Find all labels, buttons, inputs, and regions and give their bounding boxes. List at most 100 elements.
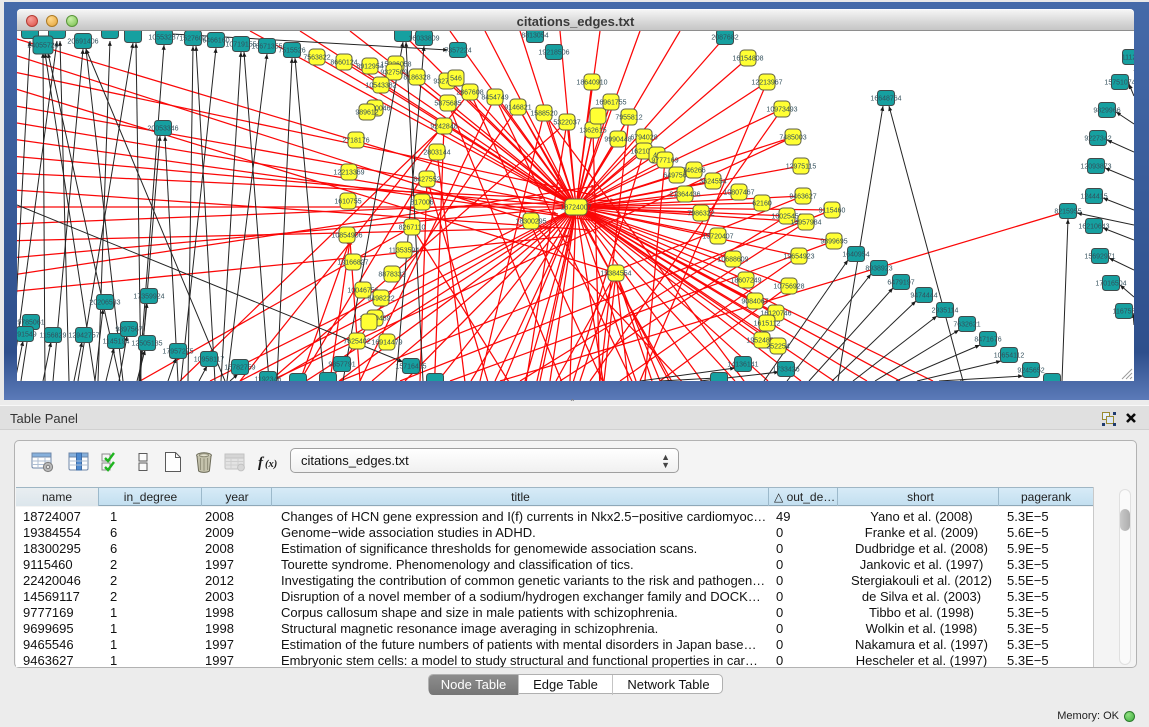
svg-text:1588520: 1588520 bbox=[530, 111, 557, 118]
svg-text:7563822: 7563822 bbox=[303, 55, 330, 62]
svg-text:15716485: 15716485 bbox=[395, 364, 426, 371]
svg-text:8215955: 8215955 bbox=[1054, 209, 1081, 216]
svg-text:19384554: 19384554 bbox=[600, 271, 631, 278]
svg-text:18607249: 18607249 bbox=[730, 278, 761, 285]
svg-text:12213967: 12213967 bbox=[751, 80, 782, 87]
svg-text:10688609: 10688609 bbox=[717, 257, 748, 264]
svg-text:12942757: 12942757 bbox=[68, 333, 99, 340]
svg-text:7485003: 7485003 bbox=[779, 135, 806, 142]
svg-text:16033809: 16033809 bbox=[408, 36, 439, 43]
svg-text:6794028: 6794028 bbox=[630, 135, 657, 142]
svg-text:7955812: 7955812 bbox=[615, 115, 642, 122]
svg-text:9990448: 9990448 bbox=[604, 137, 631, 144]
svg-text:12093873: 12093873 bbox=[1080, 164, 1111, 171]
svg-text:21364436: 21364436 bbox=[669, 192, 700, 199]
svg-text:17359924: 17359924 bbox=[133, 294, 164, 301]
svg-text:7625402: 7625402 bbox=[343, 339, 370, 346]
svg-text:16154808: 16154808 bbox=[732, 56, 763, 63]
svg-text:8878332: 8878332 bbox=[378, 272, 405, 279]
svg-text:252254: 252254 bbox=[766, 344, 789, 351]
svg-text:989612: 989612 bbox=[355, 110, 378, 117]
svg-text:1244415: 1244415 bbox=[1080, 194, 1107, 201]
svg-text:16914479: 16914479 bbox=[371, 340, 402, 347]
svg-text:14957984: 14957984 bbox=[790, 220, 821, 227]
svg-text:8454749: 8454749 bbox=[481, 95, 508, 102]
svg-text:14136141: 14136141 bbox=[727, 362, 758, 369]
svg-text:f: f bbox=[258, 455, 265, 471]
svg-text:1156829: 1156829 bbox=[40, 333, 67, 340]
svg-text:12975115: 12975115 bbox=[786, 164, 817, 171]
svg-text:1615112: 1615112 bbox=[754, 321, 781, 328]
svg-text:10543382: 10543382 bbox=[365, 83, 396, 90]
svg-text:15692971: 15692971 bbox=[1084, 254, 1115, 261]
svg-text:9245652: 9245652 bbox=[1017, 368, 1044, 375]
svg-text:9084067: 9084067 bbox=[741, 299, 768, 306]
svg-text:5322037: 5322037 bbox=[553, 120, 580, 127]
svg-text:10756928: 10756928 bbox=[773, 284, 804, 291]
svg-text:8427552: 8427552 bbox=[413, 177, 440, 184]
svg-text:9857791: 9857791 bbox=[328, 362, 355, 369]
svg-text:8938923: 8938923 bbox=[865, 266, 892, 273]
svg-text:10854906: 10854906 bbox=[331, 233, 362, 240]
svg-text:9146821: 9146821 bbox=[504, 105, 531, 112]
svg-text:18724007: 18724007 bbox=[560, 205, 591, 212]
svg-text:7632621: 7632621 bbox=[953, 322, 980, 329]
svg-text:9463627: 9463627 bbox=[789, 194, 816, 201]
svg-text:746266: 746266 bbox=[682, 168, 705, 175]
svg-text:9785061: 9785061 bbox=[17, 320, 44, 327]
svg-text:817006: 817006 bbox=[410, 200, 433, 207]
svg-text:991549: 991549 bbox=[13, 332, 36, 339]
svg-text:116753: 116753 bbox=[1113, 309, 1136, 316]
svg-text:2087682: 2087682 bbox=[711, 35, 738, 42]
svg-text:9897567: 9897567 bbox=[115, 327, 142, 334]
svg-text:1192346: 1192346 bbox=[255, 377, 282, 384]
svg-text:10654112: 10654112 bbox=[994, 353, 1025, 360]
svg-text:10973493: 10973493 bbox=[766, 107, 797, 114]
svg-text:9899695: 9899695 bbox=[820, 239, 847, 246]
svg-text:2867608: 2867608 bbox=[456, 90, 483, 97]
svg-text:9777169: 9777169 bbox=[651, 158, 678, 165]
svg-text:1145194: 1145194 bbox=[103, 339, 130, 346]
svg-text:9829966: 9829966 bbox=[1093, 108, 1120, 115]
svg-text:18640910: 18640910 bbox=[576, 80, 607, 87]
svg-text:10958117: 10958117 bbox=[194, 357, 225, 364]
svg-text:1733426: 1733426 bbox=[772, 367, 799, 374]
svg-text:8267110: 8267110 bbox=[399, 225, 426, 232]
svg-text:2718176: 2718176 bbox=[342, 138, 369, 145]
svg-text:8813054: 8813054 bbox=[521, 33, 548, 40]
svg-text:5875685: 5875685 bbox=[434, 101, 461, 108]
svg-text:10553287: 10553287 bbox=[148, 35, 179, 42]
svg-text:1362615: 1362615 bbox=[579, 128, 606, 135]
svg-text:16648764: 16648764 bbox=[870, 96, 901, 103]
svg-text:15720407: 15720407 bbox=[702, 234, 733, 241]
svg-text:16782759: 16782759 bbox=[224, 365, 255, 372]
svg-text:9242848: 9242848 bbox=[430, 124, 457, 131]
svg-text:12505135: 12505135 bbox=[131, 341, 162, 348]
svg-text:20206533: 20206533 bbox=[89, 300, 120, 307]
svg-text:11353594: 11353594 bbox=[389, 248, 420, 255]
svg-text:546: 546 bbox=[450, 76, 462, 83]
svg-text:1610755: 1610755 bbox=[334, 199, 361, 206]
svg-text:12213369: 12213369 bbox=[333, 170, 364, 177]
svg-text:62160: 62160 bbox=[752, 201, 772, 208]
svg-text:9474444: 9474444 bbox=[910, 293, 937, 300]
svg-text:11123: 11123 bbox=[1122, 55, 1141, 62]
svg-text:8660124: 8660124 bbox=[330, 60, 357, 67]
svg-text:2803144: 2803144 bbox=[423, 150, 450, 157]
svg-text:(x): (x) bbox=[265, 459, 277, 470]
svg-text:3624554: 3624554 bbox=[699, 179, 726, 186]
svg-text:19166827: 19166827 bbox=[337, 260, 368, 267]
svg-text:24055724: 24055724 bbox=[27, 43, 58, 50]
svg-text:17016504: 17016504 bbox=[1095, 281, 1126, 288]
svg-text:7357224: 7357224 bbox=[444, 48, 471, 55]
svg-text:10807467: 10807467 bbox=[723, 190, 754, 197]
svg-text:16210643: 16210643 bbox=[1078, 224, 1109, 231]
svg-text:15751074: 15751074 bbox=[1104, 80, 1135, 87]
svg-text:8471676: 8471676 bbox=[974, 337, 1001, 344]
svg-text:8186328: 8186328 bbox=[403, 75, 430, 82]
svg-text:9227342: 9227342 bbox=[1084, 136, 1111, 143]
svg-text:16961755: 16961755 bbox=[595, 100, 626, 107]
svg-text:7515526: 7515526 bbox=[278, 48, 305, 55]
svg-text:19654923: 19654923 bbox=[783, 254, 814, 261]
svg-text:17957275: 17957275 bbox=[162, 349, 193, 356]
